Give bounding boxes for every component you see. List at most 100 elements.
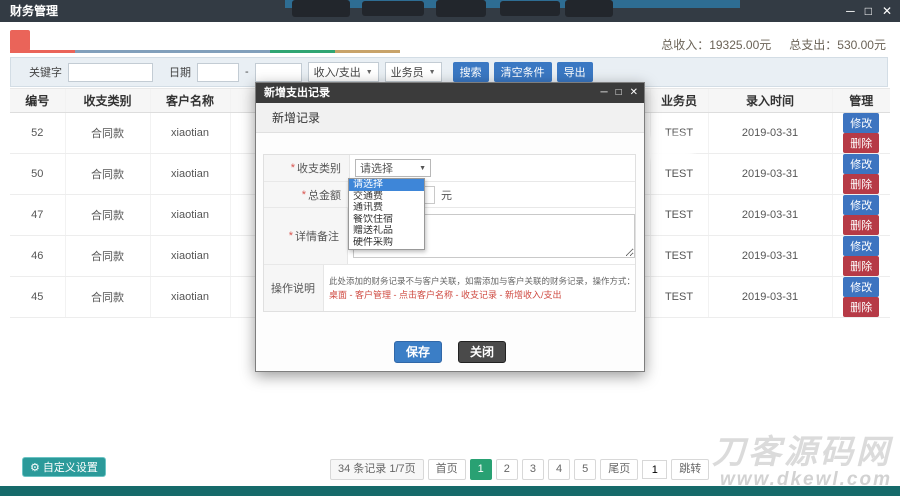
cell-customer[interactable]: xiaotian (150, 113, 230, 154)
required-mark: * (302, 189, 306, 201)
modal-controls: ─ □ ✕ (600, 83, 638, 103)
dropdown-option[interactable]: 餐饮住宿 (349, 214, 424, 226)
export-button[interactable]: 导出 (557, 62, 593, 82)
category-dropdown: 请选择 交通费 通讯费 餐饮住宿 赠送礼品 硬件采购 (348, 178, 425, 250)
remark-label: * 详情备注 (264, 208, 348, 264)
clear-button[interactable]: 清空条件 (494, 62, 552, 82)
cell-actions: 修改删除 (832, 195, 890, 236)
keyword-input[interactable] (68, 63, 153, 82)
chevron-down-icon: ▼ (429, 69, 436, 76)
modal-close-icon[interactable]: ✕ (630, 83, 638, 103)
pagination-info: 34 条记录 1/7页 (330, 459, 424, 480)
cell-actions: 修改删除 (832, 277, 890, 318)
date-separator: - (245, 66, 249, 78)
delete-button[interactable]: 删除 (843, 297, 879, 317)
date-from-input[interactable] (197, 63, 239, 82)
delete-button[interactable]: 删除 (843, 256, 879, 276)
total-income-label: 总收入： (661, 38, 709, 52)
last-page-button[interactable]: 尾页 (600, 459, 638, 480)
first-page-button[interactable]: 首页 (428, 459, 466, 480)
save-button[interactable]: 保存 (394, 341, 442, 363)
page-button-4[interactable]: 4 (548, 459, 570, 480)
header-manage: 管理 (832, 89, 890, 113)
custom-settings-button[interactable]: ⚙ 自定义设置 (22, 457, 106, 477)
dropdown-option[interactable]: 赠送礼品 (349, 225, 424, 237)
required-mark: * (289, 230, 293, 242)
category-row: * 收支类别 请选择 ▼ (264, 155, 635, 181)
edit-button[interactable]: 修改 (843, 277, 879, 297)
header-salesman: 业务员 (650, 89, 708, 113)
modal-minimize-icon[interactable]: ─ (600, 83, 607, 103)
date-to-input[interactable] (255, 63, 302, 82)
cell-actions: 修改删除 (832, 236, 890, 277)
maximize-icon[interactable]: □ (865, 4, 872, 18)
jump-button[interactable]: 跳转 (671, 459, 709, 480)
cell-customer[interactable]: xiaotian (150, 236, 230, 277)
cell-category: 合同款 (65, 195, 150, 236)
cell-salesman: TEST (650, 277, 708, 318)
delete-button[interactable]: 删除 (843, 133, 879, 153)
active-tab-icon[interactable] (10, 30, 30, 51)
modal-maximize-icon[interactable]: □ (616, 83, 622, 103)
page-jump-input[interactable] (642, 460, 667, 479)
note-row: 操作说明 此处添加的财务记录不与客户关联，如需添加与客户关联的财务记录，操作方式… (264, 264, 635, 311)
minimize-icon[interactable]: ─ (846, 4, 855, 18)
close-button[interactable]: 关闭 (458, 341, 506, 363)
cell-customer[interactable]: xiaotian (150, 195, 230, 236)
edit-button[interactable]: 修改 (843, 195, 879, 215)
watermark-artifact (362, 1, 424, 16)
header-time: 录入时间 (708, 89, 832, 113)
header-customer: 客户名称 (150, 89, 230, 113)
header-id: 编号 (10, 89, 65, 113)
watermark-artifact (500, 1, 560, 16)
page-button-1[interactable]: 1 (470, 459, 492, 480)
dropdown-option[interactable]: 交通费 (349, 191, 424, 203)
amount-label: * 总金额 (264, 182, 350, 207)
dropdown-option[interactable]: 通讯费 (349, 202, 424, 214)
note-label: 操作说明 (264, 265, 324, 311)
edit-button[interactable]: 修改 (843, 236, 879, 256)
dropdown-option[interactable]: 硬件采购 (349, 237, 424, 249)
watermark-line2: www.dkewl.com (712, 470, 892, 490)
pagination: 34 条记录 1/7页 首页 1 2 3 4 5 尾页 跳转 (330, 459, 709, 480)
category-select[interactable]: 请选择 ▼ (355, 159, 431, 177)
cell-id: 52 (10, 113, 65, 154)
total-expense-value: 530.00元 (837, 38, 886, 52)
type-select[interactable]: 收入/支出 ▼ (308, 62, 379, 82)
page-button-2[interactable]: 2 (496, 459, 518, 480)
cell-actions: 修改删除 (832, 154, 890, 195)
watermark-artifact (292, 0, 350, 17)
site-watermark: 刀客源码网 www.dkewl.com (712, 435, 892, 490)
cell-time: 2019-03-31 (708, 195, 832, 236)
window-title: 财务管理 (10, 0, 58, 22)
cell-id: 45 (10, 277, 65, 318)
delete-button[interactable]: 删除 (843, 215, 879, 235)
totals-summary: 总收入：19325.00元总支出：530.00元 (661, 36, 886, 53)
cell-customer[interactable]: xiaotian (150, 277, 230, 318)
modal-titlebar[interactable]: 新增支出记录 ─ □ ✕ (256, 83, 644, 103)
delete-button[interactable]: 删除 (843, 174, 879, 194)
edit-button[interactable]: 修改 (843, 113, 879, 133)
chevron-down-icon: ▼ (419, 165, 426, 172)
cell-salesman: TEST (650, 195, 708, 236)
expense-form: * 收支类别 请选择 ▼ * 总金额 (263, 154, 636, 312)
cell-customer[interactable]: xiaotian (150, 154, 230, 195)
add-expense-modal: 新增支出记录 ─ □ ✕ 新增记录 * 收支类别 请选择 ▼ (255, 82, 645, 372)
search-button[interactable]: 搜索 (453, 62, 489, 82)
close-icon[interactable]: ✕ (882, 4, 892, 18)
cell-id: 47 (10, 195, 65, 236)
edit-button[interactable]: 修改 (843, 154, 879, 174)
page-button-3[interactable]: 3 (522, 459, 544, 480)
keyword-label: 关键字 (29, 64, 62, 80)
page-button-5[interactable]: 5 (574, 459, 596, 480)
tabline-segment-blue (75, 50, 270, 53)
cell-time: 2019-03-31 (708, 236, 832, 277)
amount-unit: 元 (441, 187, 452, 203)
watermark-line1: 刀客源码网 (712, 435, 892, 470)
app-window: 财务管理 ─ □ ✕ 总收入：19325.00元总支出：530.00元 关键字 … (0, 0, 900, 496)
cell-time: 2019-03-31 (708, 154, 832, 195)
modal-body: * 收支类别 请选择 ▼ * 总金额 (256, 133, 644, 371)
dropdown-option[interactable]: 请选择 (349, 179, 424, 191)
salesman-select[interactable]: 业务员 ▼ (385, 62, 442, 82)
date-label: 日期 (169, 64, 191, 80)
